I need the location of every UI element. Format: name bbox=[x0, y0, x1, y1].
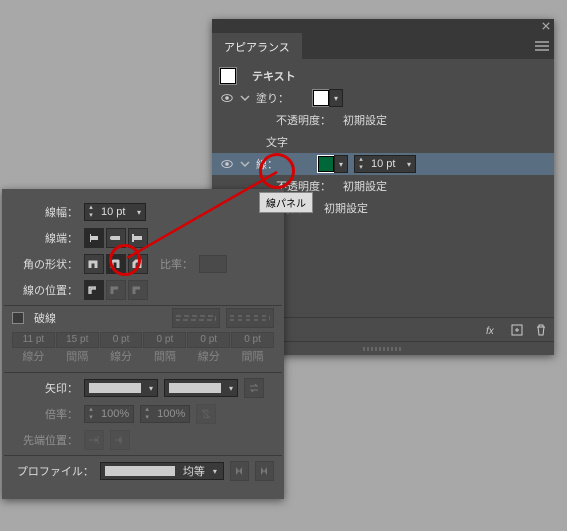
align-center-icon[interactable] bbox=[84, 280, 104, 300]
scale-label: 倍率： bbox=[12, 406, 78, 422]
flip-vertical-icon bbox=[255, 461, 274, 481]
dash-sublabel: 線分 bbox=[12, 348, 55, 364]
fill-swatch[interactable] bbox=[313, 90, 329, 106]
arrow-end-combo[interactable]: ▾ bbox=[164, 379, 238, 397]
text-swatch bbox=[220, 68, 236, 84]
tab-appearance[interactable]: アピアランス bbox=[212, 33, 302, 59]
duplicate-icon[interactable] bbox=[510, 323, 524, 337]
opacity-label: 不透明度： bbox=[276, 112, 331, 128]
opacity-value: 初期設定 bbox=[343, 178, 387, 194]
heading-text: テキスト bbox=[252, 68, 296, 84]
scale-end-input: ▴▾100% bbox=[140, 405, 190, 423]
stroke-width-combo[interactable]: ▴▾ 10 pt ▾ bbox=[354, 155, 416, 173]
stroke-swatch[interactable] bbox=[318, 156, 334, 172]
profile-label: プロファイル： bbox=[12, 463, 94, 479]
align-inside-icon bbox=[106, 280, 126, 300]
dash-input: 0 pt bbox=[187, 332, 230, 348]
cap-label: 線端： bbox=[12, 230, 78, 246]
chevron-down-icon[interactable] bbox=[240, 93, 250, 103]
fill-opacity-row[interactable]: 不透明度： 初期設定 bbox=[220, 109, 546, 131]
join-bevel-icon[interactable] bbox=[128, 254, 148, 274]
tip-label: 先端位置： bbox=[12, 432, 78, 448]
dashed-label: 破線 bbox=[34, 310, 56, 326]
stroke-width-combo[interactable]: ▴▾ 10 pt ▾ bbox=[84, 203, 146, 221]
opacity-value: 初期設定 bbox=[343, 112, 387, 128]
ratio-label: 比率： bbox=[160, 256, 193, 272]
dash-input: 15 pt bbox=[56, 332, 99, 348]
profile-combo[interactable]: 均等 ▾ bbox=[100, 462, 224, 480]
join-row: 角の形状： 比率： bbox=[12, 251, 274, 277]
width-label: 線幅： bbox=[12, 204, 78, 220]
arrow-scale-row: 倍率： ▴▾100% ▴▾100% bbox=[12, 401, 274, 427]
fill-row[interactable]: 塗り： ▾ bbox=[212, 87, 546, 109]
fx-icon[interactable]: fx bbox=[486, 323, 500, 337]
dashed-checkbox[interactable] bbox=[12, 312, 24, 324]
flip-horizontal-icon bbox=[230, 461, 249, 481]
cap-round-icon[interactable] bbox=[106, 228, 126, 248]
cap-square-icon[interactable] bbox=[128, 228, 148, 248]
opacity-value: 初期設定 bbox=[324, 200, 368, 216]
dashed-row: 破線 bbox=[12, 308, 274, 328]
char-label: 文字 bbox=[266, 134, 288, 150]
eye-icon[interactable] bbox=[220, 91, 234, 105]
characters-row[interactable]: 文字 bbox=[220, 131, 546, 153]
close-icon[interactable] bbox=[542, 22, 550, 30]
fill-label: 塗り： bbox=[256, 90, 289, 106]
stroke-width-row: 線幅： ▴▾ 10 pt ▾ bbox=[12, 199, 274, 225]
panel-menu-icon[interactable] bbox=[530, 33, 554, 59]
align-outside-icon bbox=[128, 280, 148, 300]
link-icon bbox=[196, 404, 216, 424]
dash-input: 0 pt bbox=[231, 332, 274, 348]
join-round-icon[interactable] bbox=[106, 254, 126, 274]
stroke-swatch-dropdown[interactable]: ▾ bbox=[334, 155, 348, 173]
stroke-panel: 線幅： ▴▾ 10 pt ▾ 線端： 角の形状： 比率： bbox=[2, 189, 284, 499]
dash-sublabel: 線分 bbox=[187, 348, 230, 364]
profile-row: プロファイル： 均等 ▾ bbox=[12, 458, 274, 484]
eye-icon[interactable] bbox=[220, 157, 234, 171]
join-miter-icon[interactable] bbox=[84, 254, 104, 274]
trash-icon[interactable] bbox=[534, 323, 548, 337]
dash-input: 0 pt bbox=[100, 332, 143, 348]
dash-input: 11 pt bbox=[12, 332, 55, 348]
dash-sublabel: 間隔 bbox=[143, 348, 186, 364]
dash-inputs: 11 pt線分 15 pt間隔 0 pt線分 0 pt間隔 0 pt線分 0 p… bbox=[12, 332, 274, 364]
arrow-row: 矢印： ▾ ▾ bbox=[12, 375, 274, 401]
dash-sublabel: 間隔 bbox=[231, 348, 274, 364]
scale-start-input: ▴▾100% bbox=[84, 405, 134, 423]
dash-sublabel: 線分 bbox=[100, 348, 143, 364]
dash-input: 0 pt bbox=[143, 332, 186, 348]
target-row: テキスト bbox=[220, 65, 546, 87]
arrow-swap-icon bbox=[244, 378, 264, 398]
tip-place-icon bbox=[110, 430, 130, 450]
stroke-label: 線： bbox=[256, 156, 278, 172]
stroke-row[interactable]: 線： ▾ ▴▾ 10 pt ▾ bbox=[212, 153, 554, 175]
align-row: 線の位置： bbox=[12, 277, 274, 303]
tooltip-stroke-panel: 線パネル bbox=[259, 192, 313, 213]
cap-butt-icon[interactable] bbox=[84, 228, 104, 248]
cap-row: 線端： bbox=[12, 225, 274, 251]
tip-row: 先端位置： bbox=[12, 427, 274, 453]
tip-extend-icon bbox=[84, 430, 104, 450]
panel-header-bar bbox=[212, 19, 554, 33]
dash-align-corners-icon bbox=[226, 308, 274, 328]
miter-ratio-input bbox=[199, 255, 227, 273]
arrow-start-combo[interactable]: ▾ bbox=[84, 379, 158, 397]
join-label: 角の形状： bbox=[12, 256, 78, 272]
fill-swatch-dropdown[interactable]: ▾ bbox=[329, 89, 343, 107]
dash-preserve-exact-icon bbox=[172, 308, 220, 328]
dash-sublabel: 間隔 bbox=[56, 348, 99, 364]
svg-text:fx: fx bbox=[486, 326, 495, 337]
chevron-down-icon[interactable] bbox=[240, 159, 250, 169]
arrow-label: 矢印： bbox=[12, 380, 78, 396]
tab-strip: アピアランス bbox=[212, 33, 554, 59]
align-label: 線の位置： bbox=[12, 282, 78, 298]
